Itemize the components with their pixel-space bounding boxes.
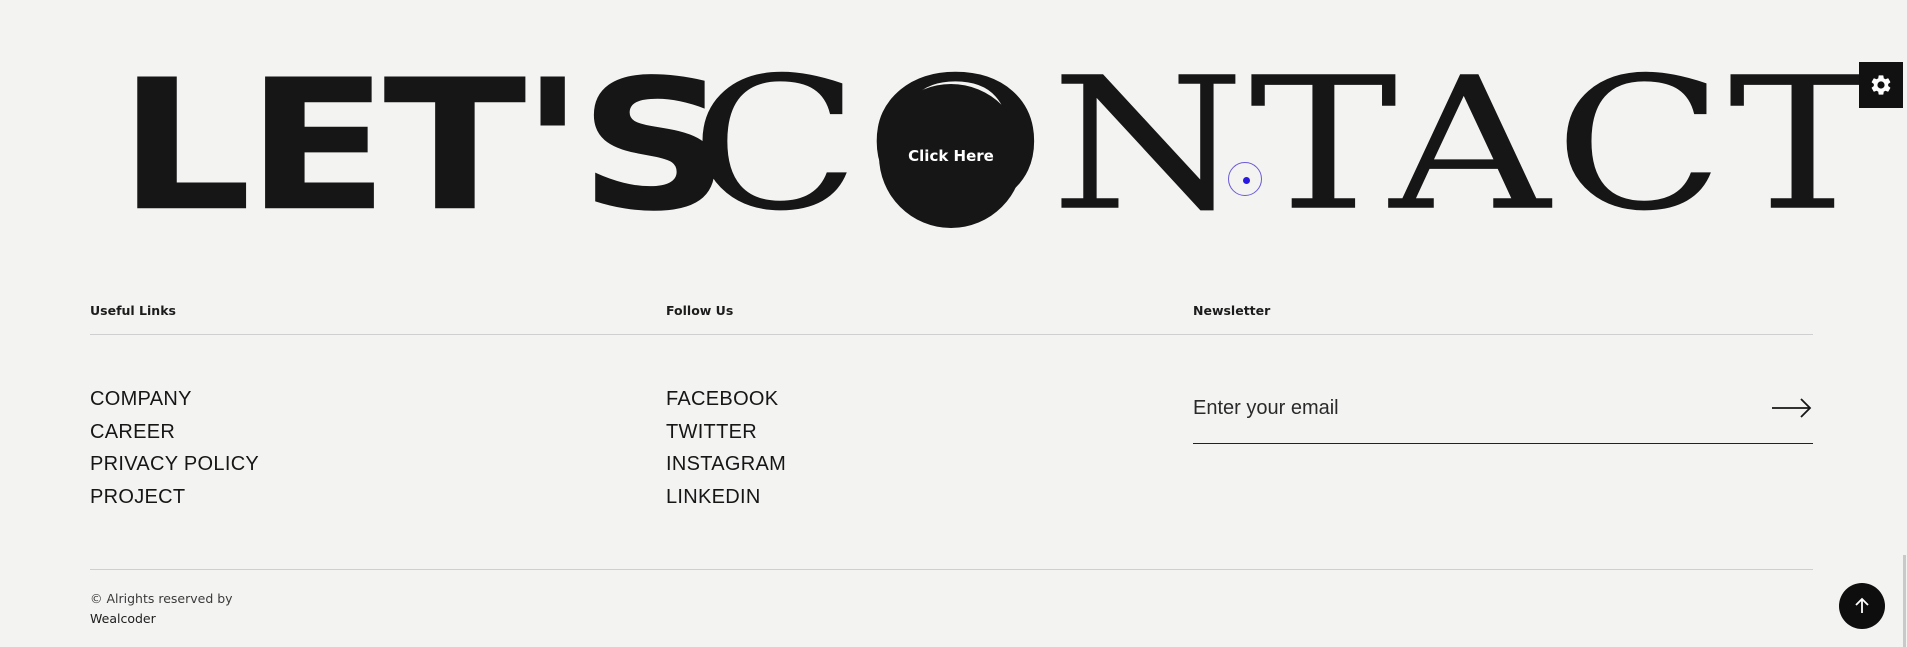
link-career[interactable]: CAREER (90, 416, 259, 449)
brand-link[interactable]: Wealcoder (90, 609, 233, 629)
columns-divider (90, 334, 1813, 335)
gear-icon (1871, 75, 1891, 95)
link-company[interactable]: COMPANY (90, 383, 259, 416)
hero-heading-contact: CONTACT (690, 38, 1881, 252)
email-input[interactable] (1193, 388, 1753, 428)
newsletter-form (1193, 388, 1813, 444)
newsletter-title: Newsletter (1193, 303, 1271, 318)
arrow-up-icon (1855, 597, 1869, 613)
link-project[interactable]: PROJECT (90, 481, 259, 514)
arrow-right-icon[interactable] (1771, 396, 1813, 420)
copyright-line: © Alrights reserved by (90, 591, 233, 606)
click-here-label: Click Here (908, 147, 994, 165)
link-linkedin[interactable]: LINKEDIN (666, 481, 786, 514)
social-links-list: FACEBOOK TWITTER INSTAGRAM LINKEDIN (666, 383, 786, 513)
useful-links-title: Useful Links (90, 303, 176, 318)
link-facebook[interactable]: FACEBOOK (666, 383, 786, 416)
click-here-button[interactable]: Click Here (879, 84, 1023, 228)
useful-links-list: COMPANY CAREER PRIVACY POLICY PROJECT (90, 383, 259, 513)
scrollbar-thumb[interactable] (1903, 555, 1906, 647)
contact-hero: LET'S CONTACT Click Here (0, 0, 1907, 260)
settings-button[interactable] (1859, 62, 1903, 108)
copyright-text: © Alrights reserved by Wealcoder (90, 589, 233, 629)
follow-us-title: Follow Us (666, 303, 734, 318)
link-privacy-policy[interactable]: PRIVACY POLICY (90, 448, 259, 481)
footer-divider (90, 569, 1813, 570)
link-instagram[interactable]: INSTAGRAM (666, 448, 786, 481)
back-to-top-button[interactable] (1839, 583, 1885, 629)
custom-cursor-dot (1243, 177, 1250, 184)
hero-heading-lets: LET'S (118, 40, 730, 252)
link-twitter[interactable]: TWITTER (666, 416, 786, 449)
